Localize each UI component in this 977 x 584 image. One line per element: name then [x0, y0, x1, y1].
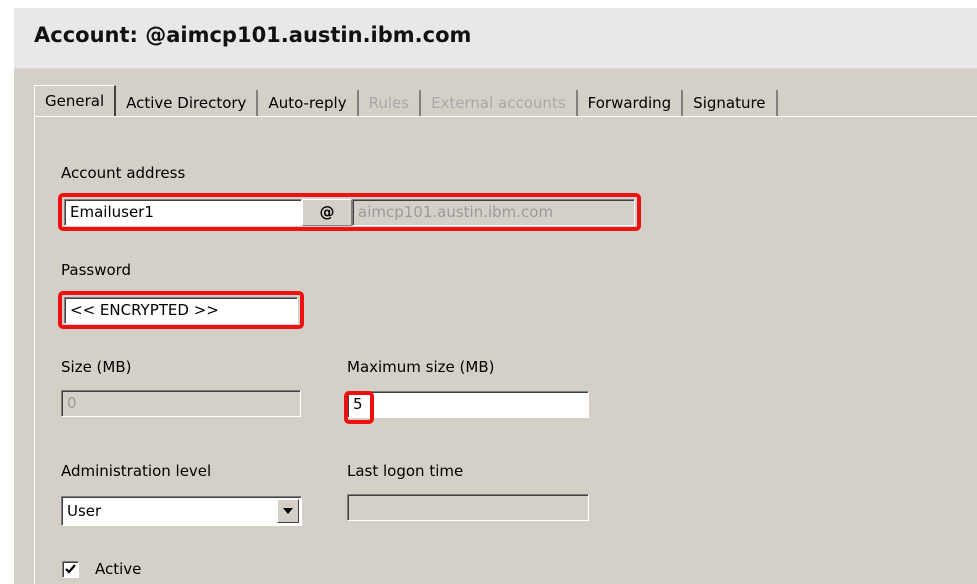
tab-rules: Rules: [359, 90, 422, 116]
tab-external-accounts: External accounts: [421, 90, 578, 116]
tab-general[interactable]: General: [34, 85, 117, 116]
general-tab-panel: [34, 116, 977, 584]
tab-forwarding[interactable]: Forwarding: [578, 90, 684, 116]
tab-active-directory[interactable]: Active Directory: [116, 90, 259, 116]
tab-strip: General Active Directory Auto-reply Rule…: [34, 85, 778, 116]
tab-signature[interactable]: Signature: [683, 90, 778, 116]
tab-auto-reply[interactable]: Auto-reply: [258, 90, 359, 116]
title-bar: Account: @aimcp101.austin.ibm.com: [14, 8, 977, 69]
window-title: Account: @aimcp101.austin.ibm.com: [34, 23, 472, 47]
account-dialog: Account: @aimcp101.austin.ibm.com Genera…: [0, 0, 977, 584]
